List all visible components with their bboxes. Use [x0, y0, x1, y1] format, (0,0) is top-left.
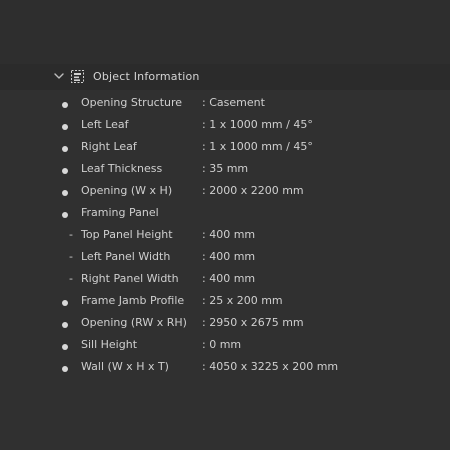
panel-title: Object Information	[93, 70, 200, 83]
chevron-down-icon[interactable]	[53, 70, 65, 82]
panel-header-object-information[interactable]: Object Information	[0, 64, 450, 90]
bullet-icon	[62, 168, 68, 174]
info-label: Wall (W x H x T)	[81, 360, 169, 373]
bullet-icon	[62, 212, 68, 218]
info-label: Left Leaf	[81, 118, 129, 131]
info-label: Top Panel Height	[81, 228, 173, 241]
bullet-icon	[62, 124, 68, 130]
info-row: Frame Jamb Profile : 25 x 200 mm	[0, 293, 450, 315]
info-label: Frame Jamb Profile	[81, 294, 185, 307]
info-value: : Casement	[202, 96, 265, 109]
info-row: Wall (W x H x T) : 4050 x 3225 x 200 mm	[0, 359, 450, 381]
info-value: : 1 x 1000 mm / 45°	[202, 118, 313, 131]
info-value: : 400 mm	[202, 272, 256, 285]
bullet-icon	[62, 146, 68, 152]
info-value: : 4050 x 3225 x 200 mm	[202, 360, 339, 373]
info-label: Right Panel Width	[81, 272, 179, 285]
info-label: Opening (W x H)	[81, 184, 173, 197]
dash-marker: -	[69, 250, 73, 263]
info-row: - Right Panel Width : 400 mm	[0, 271, 450, 293]
dash-marker: -	[69, 228, 73, 241]
info-label: Leaf Thickness	[81, 162, 163, 175]
info-value: : 35 mm	[202, 162, 249, 175]
properties-editor: Object Information Opening Structure : Ca…	[0, 0, 450, 450]
empty-area-bottom	[0, 390, 450, 450]
bullet-icon	[62, 102, 68, 108]
info-value: : 2000 x 2200 mm	[202, 184, 304, 197]
info-row: Opening (RW x RH) : 2950 x 2675 mm	[0, 315, 450, 337]
info-label: Opening Structure	[81, 96, 183, 109]
info-value: : 400 mm	[202, 250, 256, 263]
info-value: : 0 mm	[202, 338, 242, 351]
info-row: Right Leaf : 1 x 1000 mm / 45°	[0, 139, 450, 161]
info-label: Right Leaf	[81, 140, 137, 153]
panel-body: Opening Structure : Casement Left Leaf : 1 …	[0, 90, 450, 390]
dash-marker: -	[69, 272, 73, 285]
bullet-icon	[62, 344, 68, 350]
bullet-icon	[62, 322, 68, 328]
info-row: Left Leaf : 1 x 1000 mm / 45°	[0, 117, 450, 139]
info-row: Sill Height : 0 mm	[0, 337, 450, 359]
info-value: : 2950 x 2675 mm	[202, 316, 304, 329]
bullet-icon	[62, 366, 68, 372]
info-row: - Top Panel Height : 400 mm	[0, 227, 450, 249]
bullet-icon	[62, 190, 68, 196]
object-info-icon	[71, 70, 84, 83]
empty-area-top	[0, 0, 450, 64]
info-label: Left Panel Width	[81, 250, 171, 263]
info-row: Leaf Thickness : 35 mm	[0, 161, 450, 183]
info-value: : 1 x 1000 mm / 45°	[202, 140, 313, 153]
info-value: : 25 x 200 mm	[202, 294, 283, 307]
info-label: Sill Height	[81, 338, 138, 351]
info-value: : 400 mm	[202, 228, 256, 241]
info-row: Opening (W x H) : 2000 x 2200 mm	[0, 183, 450, 205]
bullet-icon	[62, 300, 68, 306]
info-list: Opening Structure : Casement Left Leaf : 1 …	[0, 95, 450, 381]
info-label: Framing Panel	[81, 206, 159, 219]
info-row: Opening Structure : Casement	[0, 95, 450, 117]
info-row: - Left Panel Width : 400 mm	[0, 249, 450, 271]
info-label: Opening (RW x RH)	[81, 316, 187, 329]
info-row: Framing Panel	[0, 205, 450, 227]
